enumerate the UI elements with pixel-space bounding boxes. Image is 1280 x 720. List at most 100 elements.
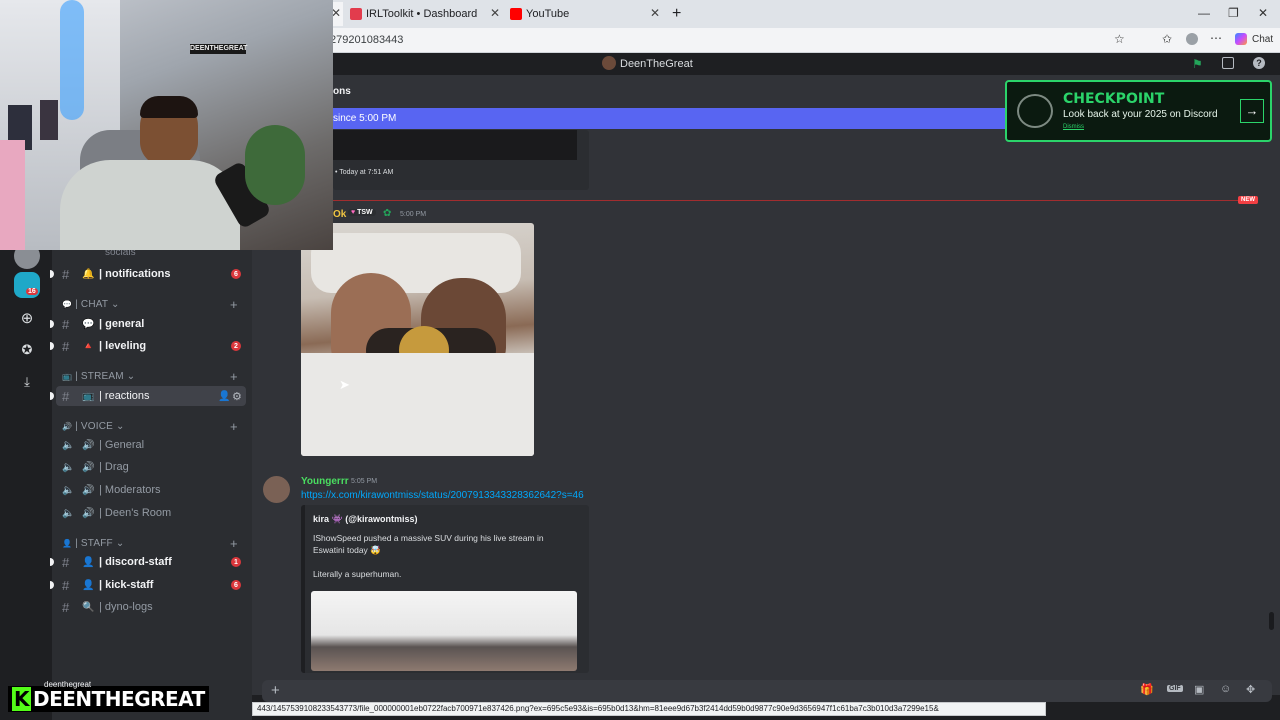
cam-shelf-poster xyxy=(40,100,58,140)
checkpoint-mascot-icon xyxy=(1017,94,1053,128)
mouse-cursor-icon: ➤ xyxy=(339,377,350,392)
speaker-emoji: 🔊 xyxy=(82,439,95,451)
channel-notifications[interactable]: # 🔔 | notifications 6 xyxy=(56,264,246,284)
magnifier-icon: 🔍 xyxy=(82,601,95,613)
triangle-icon: 🔺 xyxy=(82,340,95,352)
tab-title: YouTube xyxy=(526,8,570,20)
message-image-attachment[interactable] xyxy=(301,223,534,456)
arrow-right-icon[interactable]: → xyxy=(1240,99,1264,123)
category-staff[interactable]: 👤 | STAFF ⌄ xyxy=(62,538,124,549)
minimize-icon[interactable]: — xyxy=(1198,6,1210,20)
channel-kick-staff[interactable]: # 👤 | kick-staff 6 xyxy=(56,575,246,595)
hash-icon: # xyxy=(62,554,70,570)
category-stream[interactable]: 📺 | STREAM ⌄ xyxy=(62,371,135,382)
browser-tab-active[interactable]: ✕ xyxy=(331,2,343,26)
category-voice[interactable]: 🔊 | VOICE ⌄ xyxy=(62,421,125,432)
message-author[interactable]: Youngerrr xyxy=(301,476,349,487)
star-icon[interactable]: ☆ xyxy=(1114,32,1125,46)
chat-button[interactable]: Chat xyxy=(1252,34,1273,45)
close-icon[interactable]: ✕ xyxy=(490,6,500,20)
download-icon[interactable]: ⤓ xyxy=(14,369,40,395)
server-icon-selected[interactable]: 16 xyxy=(14,272,40,298)
heart-icon: ♥ xyxy=(351,209,356,216)
copilot-icon[interactable] xyxy=(1235,33,1247,45)
add-channel-icon[interactable]: + xyxy=(230,419,238,434)
add-channel-icon[interactable]: + xyxy=(230,297,238,312)
message-input[interactable]: + 🎁 GIF ▣ ☺ ✥ xyxy=(262,680,1272,702)
server-avatar xyxy=(602,56,616,70)
message-time: 5:05 PM xyxy=(351,478,378,485)
avatar[interactable] xyxy=(263,476,290,503)
cam-led-strip xyxy=(60,0,84,120)
add-channel-icon[interactable]: + xyxy=(230,536,238,551)
voice-channel-general[interactable]: 🔈 🔊 | General xyxy=(56,435,246,455)
cam-sign: DEENTHEGREAT xyxy=(190,44,248,54)
message-author[interactable]: Ok xyxy=(333,209,346,220)
cam-person-hair xyxy=(140,96,198,118)
hash-icon: # xyxy=(62,316,70,332)
new-tab-button[interactable]: + xyxy=(668,2,681,26)
apps-icon[interactable]: ✥ xyxy=(1246,683,1255,696)
embed-video-thumbnail[interactable] xyxy=(311,591,577,671)
more-icon[interactable]: ⋯ xyxy=(1210,31,1222,45)
category-chat[interactable]: 💬 | CHAT ⌄ xyxy=(62,299,120,310)
invite-icon[interactable]: 👤 xyxy=(218,391,230,402)
add-attachment-icon[interactable]: + xyxy=(271,682,280,699)
flag-icon[interactable]: ⚑ xyxy=(1192,57,1203,71)
new-messages-banner[interactable]: since 5:00 PM xyxy=(333,108,1033,129)
cam-green-toy xyxy=(245,125,305,205)
sticker-icon[interactable]: ▣ xyxy=(1194,683,1204,696)
voice-channel-drag[interactable]: 🔈 🔊 | Drag xyxy=(56,457,246,477)
help-icon[interactable]: ? xyxy=(1253,57,1265,69)
person-icon: 👤 xyxy=(62,539,73,548)
channel-discord-staff[interactable]: # 👤 | discord-staff 1 xyxy=(56,552,246,572)
tag-label: TSW xyxy=(357,209,373,216)
browser-tab-irltoolkit[interactable]: IRLToolkit • Dashboard ✕ xyxy=(346,2,504,26)
channel-label: | Drag xyxy=(99,461,129,473)
close-icon[interactable]: ✕ xyxy=(650,6,660,20)
close-window-icon[interactable]: ✕ xyxy=(1258,6,1268,20)
embed-text-line: IShowSpeed pushed a massive SUV during h… xyxy=(313,533,544,543)
channel-reactions[interactable]: # 📺 | reactions 👤 ⚙ xyxy=(56,386,246,406)
user-panel-partial[interactable]: deenthegreat xyxy=(44,680,91,689)
youtube-icon xyxy=(510,8,522,20)
channel-label: | notifications xyxy=(99,268,171,280)
chat-category-icon: 💬 xyxy=(62,300,73,309)
channel-label: | Moderators xyxy=(99,484,161,496)
browser-tab-youtube[interactable]: YouTube ✕ xyxy=(506,2,664,26)
channel-label: | general xyxy=(99,318,145,330)
add-server-icon[interactable]: ⊕ xyxy=(14,305,40,331)
dismiss-link[interactable]: Dismiss xyxy=(1063,124,1084,130)
voice-channel-moderators[interactable]: 🔈 🔊 | Moderators xyxy=(56,480,246,500)
favorites-icon[interactable]: ✩ xyxy=(1162,32,1172,46)
restore-icon[interactable]: ❐ xyxy=(1228,6,1239,20)
url-field[interactable]: 279201083443 xyxy=(330,34,403,46)
hash-icon: # xyxy=(62,577,70,593)
profile-icon[interactable] xyxy=(1186,33,1198,45)
status-url-bar: 443/1457539108233543773/file_000000001eb… xyxy=(252,702,1046,716)
channel-leveling[interactable]: # 🔺 | leveling 2 xyxy=(56,336,246,356)
embed-image[interactable] xyxy=(333,130,577,160)
inbox-icon[interactable] xyxy=(1222,57,1234,69)
voice-channel-deens-room[interactable]: 🔈 🔊 | Deen's Room xyxy=(56,503,246,523)
gear-icon[interactable]: ⚙ xyxy=(232,390,242,403)
embed-author[interactable]: kira 👾 (@kirawontmiss) xyxy=(313,514,418,525)
emoji-icon[interactable]: ☺ xyxy=(1220,683,1231,695)
tv-icon: 📺 xyxy=(62,372,73,381)
speaker-emoji: 🔊 xyxy=(82,484,95,496)
discover-icon[interactable]: ✪ xyxy=(14,337,40,363)
channel-dyno-logs[interactable]: # 🔍 | dyno-logs xyxy=(56,597,246,617)
checkpoint-popup[interactable]: CHECKPOINT Look back at your 2025 on Dis… xyxy=(1005,80,1272,142)
gif-icon[interactable]: GIF xyxy=(1167,685,1183,692)
hash-icon: # xyxy=(62,388,70,404)
checkpoint-subtitle: Look back at your 2025 on Discord xyxy=(1063,109,1218,120)
message-link[interactable]: https://x.com/kirawontmiss/status/200791… xyxy=(301,490,584,501)
speaker-icon: 🔊 xyxy=(62,422,73,431)
gift-icon[interactable]: 🎁 xyxy=(1140,683,1154,696)
channel-general[interactable]: # 💬 | general xyxy=(56,314,246,334)
add-channel-icon[interactable]: + xyxy=(230,369,238,384)
category-label: | STREAM ⌄ xyxy=(75,371,136,382)
chat-scrollbar[interactable] xyxy=(1269,612,1274,630)
speaker-icon: 🔈 xyxy=(62,484,75,496)
tab-title: IRLToolkit • Dashboard xyxy=(366,8,478,20)
